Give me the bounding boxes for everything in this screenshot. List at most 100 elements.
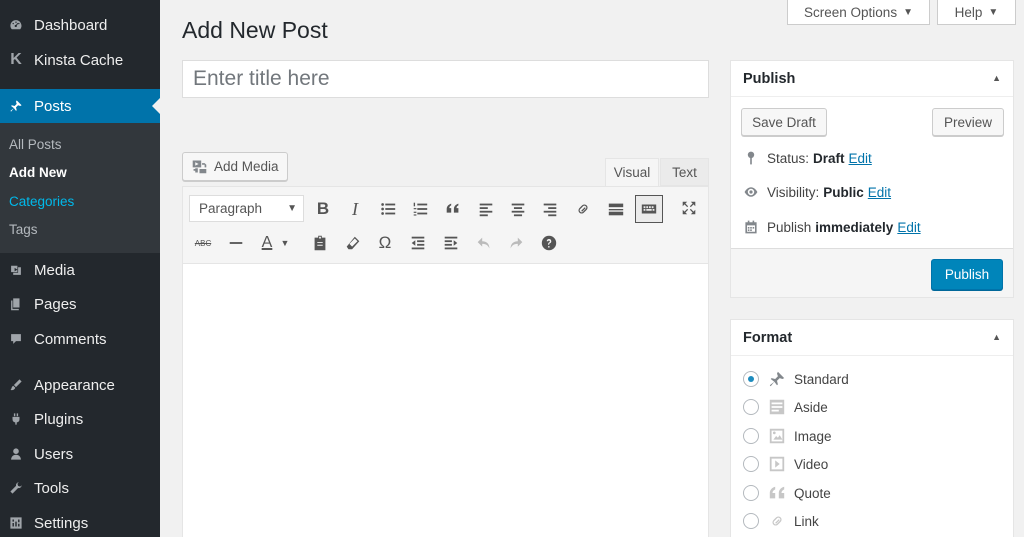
publish-label: Publish <box>767 219 812 235</box>
preview-button[interactable]: Preview <box>932 108 1004 136</box>
status-row: Status: Draft Edit <box>743 150 872 166</box>
radio-button[interactable] <box>743 513 759 529</box>
screen-options-button[interactable]: Screen Options ▼ <box>787 0 930 25</box>
clear-formatting-button[interactable] <box>340 230 366 256</box>
fullscreen-icon <box>682 201 696 215</box>
strikethrough-button[interactable]: ABC <box>190 230 216 256</box>
clipboard-icon <box>314 235 326 251</box>
submenu-tags[interactable]: Tags <box>9 222 38 237</box>
collapse-toggle-icon[interactable]: ▲ <box>992 332 1001 342</box>
format-option-link[interactable]: Link <box>743 511 819 531</box>
edit-visibility-link[interactable]: Edit <box>868 185 891 200</box>
sidebar-item-label: Tools <box>34 479 70 497</box>
publish-actions: Publish <box>731 248 1013 297</box>
format-option-aside[interactable]: Aside <box>743 397 828 417</box>
format-option-label: Aside <box>794 399 828 415</box>
special-character-button[interactable]: Ω <box>372 230 398 256</box>
format-option-image[interactable]: Image <box>743 426 832 446</box>
read-more-button[interactable] <box>603 196 629 222</box>
sidebar-item-comments[interactable]: Comments <box>0 322 160 356</box>
paste-as-text-button[interactable] <box>307 230 333 256</box>
sidebar-item-pages[interactable]: Pages <box>0 287 160 321</box>
sidebar-item-label: Comments <box>34 330 107 348</box>
visibility-row: Visibility: Public Edit <box>743 184 891 200</box>
sidebar-item-dashboard[interactable]: Dashboard <box>0 8 160 42</box>
format-select-value: Paragraph <box>199 201 263 216</box>
radio-button[interactable] <box>743 428 759 444</box>
redo-button[interactable] <box>503 230 529 256</box>
format-box-title: Format <box>731 320 1013 356</box>
image-icon <box>767 426 787 446</box>
collapse-toggle-icon[interactable]: ▲ <box>992 73 1001 83</box>
editor-content-area[interactable] <box>183 264 708 537</box>
calendar-icon <box>745 220 757 234</box>
radio-button[interactable] <box>743 456 759 472</box>
fullscreen-button[interactable] <box>676 195 702 221</box>
align-left-icon <box>479 203 493 217</box>
radio-button[interactable] <box>743 485 759 501</box>
text-color-button[interactable]: A <box>255 230 279 256</box>
toolbar-toggle-button[interactable] <box>635 195 663 223</box>
sidebar-item-label: Settings <box>34 514 89 532</box>
sidebar-item-tools[interactable]: Tools <box>0 471 160 505</box>
post-editor: Paragraph ▼ B I ABC A ▼ Ω <box>182 186 709 537</box>
help-icon <box>541 235 557 251</box>
save-draft-button[interactable]: Save Draft <box>741 108 827 136</box>
bold-button[interactable]: B <box>310 196 336 222</box>
sidebar-item-appearance[interactable]: Appearance <box>0 368 160 402</box>
help-button[interactable]: Help ▼ <box>937 0 1016 25</box>
format-option-video[interactable]: Video <box>743 454 828 474</box>
status-label: Status: <box>767 150 810 166</box>
submenu-all-posts[interactable]: All Posts <box>9 137 62 152</box>
radio-button[interactable] <box>743 399 759 415</box>
format-option-standard[interactable]: Standard <box>743 369 849 389</box>
add-media-button[interactable]: Add Media <box>182 152 288 181</box>
italic-button[interactable]: I <box>342 196 368 222</box>
sidebar-item-posts[interactable]: Posts <box>0 89 160 123</box>
sidebar-item-plugins[interactable]: Plugins <box>0 402 160 436</box>
bullet-list-button[interactable] <box>375 196 401 222</box>
post-title-input[interactable] <box>182 60 709 98</box>
publish-box-title: Publish <box>731 61 1013 97</box>
sidebar-item-media[interactable]: Media <box>0 253 160 287</box>
keyboard-shortcuts-button[interactable] <box>536 230 562 256</box>
edit-publish-time-link[interactable]: Edit <box>897 220 920 235</box>
sidebar-item-users[interactable]: Users <box>0 437 160 471</box>
align-left-button[interactable] <box>473 196 499 222</box>
caret-down-icon: ▼ <box>280 238 290 248</box>
submenu-add-new[interactable]: Add New <box>9 165 67 180</box>
link-icon <box>767 511 787 531</box>
format-option-label: Quote <box>794 485 831 501</box>
strikethrough-icon: ABC <box>194 238 212 248</box>
outdent-button[interactable] <box>405 230 431 256</box>
pin-icon <box>747 151 755 165</box>
text-color-dropdown[interactable]: ▼ <box>279 230 291 256</box>
horizontal-line-button[interactable] <box>223 230 249 256</box>
bold-icon: B <box>316 199 330 218</box>
eye-icon <box>744 187 758 197</box>
paragraph-format-select[interactable]: Paragraph ▼ <box>189 195 304 222</box>
sidebar-item-settings[interactable]: Settings <box>0 506 160 537</box>
indent-button[interactable] <box>438 230 464 256</box>
kinsta-icon: K <box>10 51 22 68</box>
indent-icon <box>444 236 458 250</box>
format-option-quote[interactable]: Quote <box>743 483 831 503</box>
align-center-button[interactable] <box>505 196 531 222</box>
sidebar-item-kinsta-cache[interactable]: K Kinsta Cache <box>0 43 160 77</box>
radio-button[interactable] <box>743 371 759 387</box>
blockquote-button[interactable] <box>440 196 466 222</box>
align-right-button[interactable] <box>537 196 563 222</box>
tab-visual[interactable]: Visual <box>605 158 659 186</box>
tab-text[interactable]: Text <box>660 158 709 186</box>
publish-box: Publish ▲ Save Draft Preview Status: Dra… <box>730 60 1014 298</box>
sidebar-item-label: Media <box>34 261 75 279</box>
insert-link-button[interactable] <box>570 196 596 222</box>
undo-button[interactable] <box>471 230 497 256</box>
submenu-categories[interactable]: Categories <box>9 194 74 209</box>
quote-icon <box>446 203 459 213</box>
publish-button[interactable]: Publish <box>931 259 1003 290</box>
numbered-list-button[interactable] <box>407 196 433 222</box>
help-label: Help <box>954 4 983 20</box>
eraser-icon <box>346 236 360 250</box>
edit-status-link[interactable]: Edit <box>849 151 872 166</box>
